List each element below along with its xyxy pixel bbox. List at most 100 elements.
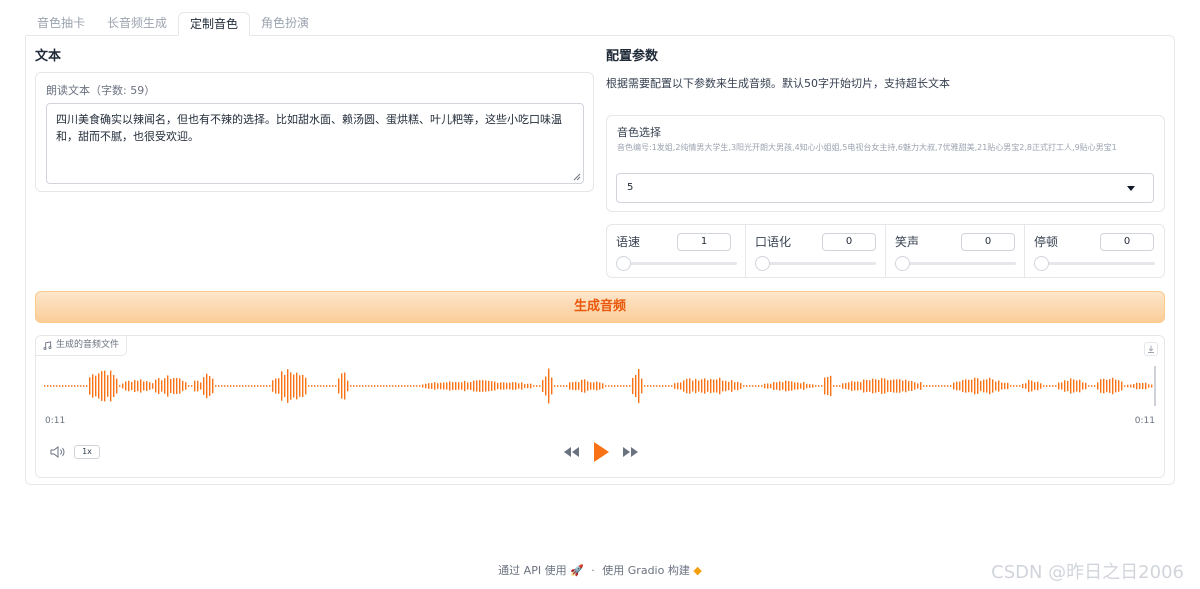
tab-roleplay[interactable]: 角色扮演 (250, 12, 320, 36)
waveform-bar (92, 374, 94, 398)
waveform-bar (446, 382, 448, 390)
waveform-bar (1124, 385, 1126, 387)
waveform-bar (752, 385, 754, 387)
waveform-bar (284, 374, 286, 398)
waveform-bar (668, 385, 670, 387)
tab-long-audio[interactable]: 长音频生成 (96, 12, 178, 36)
waveform-bar (713, 379, 715, 393)
waveform-bar (209, 376, 211, 396)
waveform-bar (137, 380, 139, 392)
waveform-bar (953, 382, 955, 390)
waveform-bar (440, 382, 442, 390)
waveform-bar (341, 373, 343, 399)
waveform-bar (296, 372, 298, 400)
speed-track[interactable] (623, 262, 737, 265)
oral-track[interactable] (762, 262, 876, 265)
waveform-bar (773, 382, 775, 390)
generate-audio-button[interactable]: 生成音频 (35, 291, 1165, 323)
waveform-bar (872, 378, 874, 394)
waveform-bar (353, 385, 355, 387)
pause-value-input[interactable]: 0 (1100, 233, 1154, 251)
waveform-bar (617, 385, 619, 387)
voice-select[interactable]: 5 (616, 173, 1154, 203)
speed-thumb[interactable] (616, 256, 631, 271)
waveform-bar (1106, 379, 1108, 393)
waveform-bar (206, 373, 208, 399)
playback-speed-button[interactable]: 1x (74, 445, 100, 459)
waveform-bar (269, 385, 271, 387)
pause-track[interactable] (1041, 262, 1155, 265)
waveform-bar (896, 379, 898, 393)
waveform-bar (251, 385, 253, 387)
waveform-bar (524, 384, 526, 388)
waveform-bar (365, 385, 367, 387)
text-input[interactable]: 四川美食确实以辣闻名，但也有不辣的选择。比如甜水面、赖汤圆、蛋烘糕、叶儿粑等，这… (46, 103, 584, 184)
waveform-bar (500, 382, 502, 390)
waveform-bar (152, 383, 154, 389)
waveform-bar (77, 385, 79, 387)
waveform-bar (779, 381, 781, 391)
waveform-bar (1118, 380, 1120, 392)
waveform-bar (539, 385, 541, 387)
laugh-value-input[interactable]: 0 (961, 233, 1015, 251)
waveform-bar (254, 385, 256, 387)
waveform-bar (602, 383, 604, 389)
waveform-bar (1082, 382, 1084, 390)
speed-value-input[interactable]: 1 (677, 233, 731, 251)
waveform-bar (485, 380, 487, 392)
pause-thumb[interactable] (1034, 256, 1049, 271)
waveform-bar (923, 385, 925, 387)
waveform-bar (563, 385, 565, 387)
waveform-bar (635, 374, 637, 398)
resize-handle-icon[interactable] (573, 173, 581, 181)
waveform-bar (632, 377, 634, 395)
waveform-bar (377, 385, 379, 387)
play-icon[interactable] (591, 440, 611, 464)
api-link[interactable]: 通过 API 使用 (498, 564, 566, 577)
waveform[interactable] (42, 360, 1158, 412)
waveform-bar (1067, 380, 1069, 392)
waveform-bar (1058, 382, 1060, 390)
voice-select-label: 音色选择 (617, 126, 661, 139)
oral-thumb[interactable] (755, 256, 770, 271)
waveform-bar (146, 381, 148, 391)
gradio-link[interactable]: 使用 Gradio 构建 (602, 564, 690, 577)
waveform-bar (914, 382, 916, 390)
waveform-bar (95, 375, 97, 397)
waveform-bar (986, 379, 988, 393)
waveform-bar (1097, 382, 1099, 390)
waveform-bar (611, 385, 613, 387)
rewind-icon[interactable] (562, 445, 580, 459)
waveform-bar (620, 385, 622, 387)
waveform-bar (230, 385, 232, 387)
waveform-bar (1046, 385, 1048, 387)
waveform-bar (293, 374, 295, 398)
waveform-bar (656, 385, 658, 387)
fast-forward-icon[interactable] (622, 445, 640, 459)
waveform-bar (683, 380, 685, 392)
waveform-bar (623, 385, 625, 387)
waveform-bar (977, 378, 979, 394)
waveform-bar (86, 385, 88, 387)
waveform-bar (443, 382, 445, 390)
music-note-icon (43, 341, 52, 350)
download-button[interactable] (1144, 342, 1158, 356)
volume-icon[interactable] (49, 444, 67, 460)
waveform-bar (101, 371, 103, 401)
laugh-thumb[interactable] (895, 256, 910, 271)
duration-time: 0:11 (1134, 416, 1155, 426)
waveform-bar (785, 380, 787, 392)
waveform-bar (533, 385, 535, 387)
waveform-bar (47, 385, 49, 387)
tab-custom-voice[interactable]: 定制音色 (178, 12, 251, 36)
waveform-bar (107, 375, 109, 397)
waveform-bar (938, 385, 940, 387)
tab-voice-draw[interactable]: 音色抽卡 (26, 12, 96, 36)
waveform-bar (761, 385, 763, 387)
oral-value-input[interactable]: 0 (822, 233, 876, 251)
waveform-bar (89, 377, 91, 395)
watermark: CSDN @昨日之日2006 (991, 562, 1184, 583)
waveform-bar (422, 384, 424, 388)
laugh-track[interactable] (902, 262, 1016, 265)
waveform-bar (974, 377, 976, 395)
